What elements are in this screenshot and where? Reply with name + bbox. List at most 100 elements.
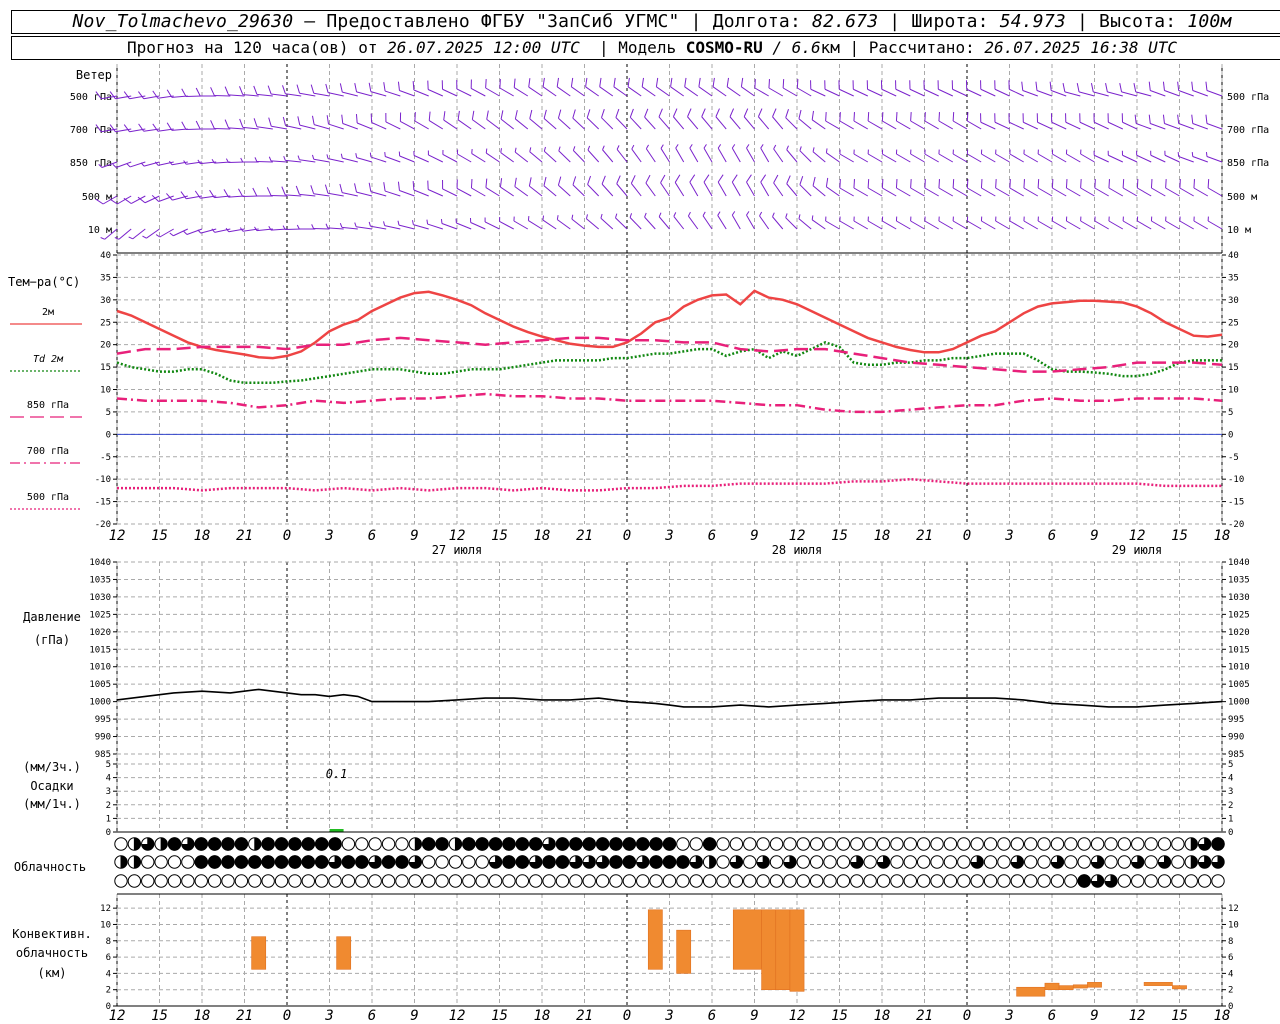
wind-barb-staff	[1122, 121, 1138, 130]
wind-barb	[715, 108, 727, 130]
temp-panel-left-tick-label: 40	[100, 251, 111, 261]
wind-barb-staff	[684, 86, 699, 97]
wind-barb-staff	[573, 150, 585, 163]
wind-barb	[616, 145, 628, 163]
wind-barb-flag	[852, 80, 854, 90]
wind-barb-flag	[383, 82, 386, 92]
wind-barb-staff	[1207, 220, 1223, 230]
wind-barb	[952, 216, 968, 230]
wind-barb-flag	[1022, 113, 1024, 123]
wind-barb-flag	[630, 175, 636, 184]
cloud-symbol-fill	[134, 837, 141, 851]
wind-barb	[572, 176, 585, 197]
wind-barb-staff	[1178, 156, 1194, 163]
cloud-symbol	[368, 874, 382, 888]
temp-x-tick-label: 3	[324, 528, 333, 544]
wind-barb-staff	[398, 224, 415, 230]
wind-barb-staff	[457, 119, 472, 130]
cloud-symbol	[381, 855, 396, 869]
cloud-symbol	[355, 837, 369, 851]
cloud-symbol	[1144, 874, 1158, 888]
wind-barb-flag	[297, 116, 301, 126]
wind-barb-staff	[938, 88, 954, 97]
wind-barb-staff	[515, 118, 529, 130]
wind-barb-staff	[1151, 187, 1166, 197]
cloud-symbol	[662, 874, 677, 888]
cloud-symbol-outline	[1064, 855, 1078, 869]
cloud-symbol-outline	[769, 855, 784, 869]
cloud-symbol-fill	[121, 855, 128, 869]
wind-barb-staff	[812, 185, 826, 197]
legend-t500-label: 500 гПа	[27, 492, 69, 503]
wind-barb-staff	[529, 118, 543, 130]
temp-x-tick-label: 18	[194, 528, 211, 544]
wind-barb-staff	[995, 220, 1010, 230]
cloud-symbol-outline	[261, 874, 275, 888]
wind-barb	[629, 108, 642, 130]
cloud-symbol	[127, 855, 142, 869]
wind-barb	[514, 110, 529, 130]
wind-barb	[703, 174, 713, 197]
cloud-symbol	[328, 874, 342, 888]
wind-barb-flag	[641, 77, 645, 87]
wind-barb-staff	[1036, 90, 1053, 97]
wind-barb	[1136, 150, 1152, 163]
cloud-symbol	[421, 837, 436, 851]
wind-barb-flag	[151, 194, 160, 202]
temp-panel-right-tick-label: -20	[1228, 520, 1244, 530]
wind-barb	[543, 146, 557, 163]
wind-barb	[1090, 82, 1109, 97]
wind-barb-staff	[938, 220, 954, 230]
wind-barb-flag	[1148, 81, 1151, 91]
cloud-symbol	[542, 855, 556, 869]
wind-barb-staff	[882, 120, 897, 130]
temp-x-tick-label: 15	[491, 528, 508, 544]
wind-barb-staff	[746, 147, 755, 163]
wind-barb	[773, 144, 784, 163]
wind-barb-flag	[980, 113, 982, 123]
wind-barb-flag	[499, 178, 503, 188]
cloud-symbol	[649, 837, 663, 851]
cloud-symbol	[823, 837, 837, 851]
wind-barb-flag	[195, 87, 201, 97]
cloud-symbol-outline	[890, 837, 904, 851]
cloud-symbol	[234, 855, 249, 869]
wind-barb	[740, 77, 755, 97]
cloud-symbol	[729, 837, 744, 851]
wind-barb-flag	[853, 112, 855, 122]
cloud-symbol	[341, 874, 356, 888]
wind-barb	[1062, 82, 1081, 97]
precip-panel-label: Осадки	[30, 779, 73, 793]
wind-barb-flag	[572, 109, 576, 119]
wind-barb-staff	[456, 222, 472, 230]
wind-barb-staff	[824, 88, 840, 97]
temp-panel-right-tick-label: 5	[1228, 408, 1233, 418]
cloud-symbol-outline	[809, 855, 824, 869]
cloud-symbol	[114, 874, 128, 888]
cloud-symbol	[555, 855, 570, 869]
wind-barb-staff	[558, 184, 571, 197]
pressure-panel-left-tick-label: 1000	[89, 698, 111, 708]
wind-barb-flag	[456, 179, 458, 189]
wind-barb	[528, 177, 543, 197]
cloud-symbol	[1077, 837, 1091, 851]
cloud-symbol	[1037, 855, 1051, 869]
wind-barb	[152, 123, 174, 132]
wind-barb-half-flag	[839, 216, 841, 222]
cloud-symbol	[649, 855, 663, 869]
wind-barb-half-flag	[1065, 216, 1068, 222]
cloud-symbol	[796, 837, 810, 851]
cloud-symbol-fill	[381, 855, 396, 869]
wind-barb-staff	[1137, 220, 1152, 230]
wind-barb-staff	[785, 217, 798, 230]
wind-barb-staff	[746, 181, 755, 197]
cloud-symbol-outline	[930, 874, 944, 888]
wind-barb-staff	[1065, 121, 1081, 130]
wind-barb-staff	[370, 225, 387, 230]
wind-barb-flag	[731, 174, 738, 183]
wind-barb-half-flag	[571, 214, 574, 220]
cloud-symbol	[743, 874, 757, 888]
wind-barb-staff	[882, 187, 897, 197]
bottom-x-tick-label: 18	[194, 1008, 211, 1024]
cloud-symbol	[181, 855, 195, 869]
